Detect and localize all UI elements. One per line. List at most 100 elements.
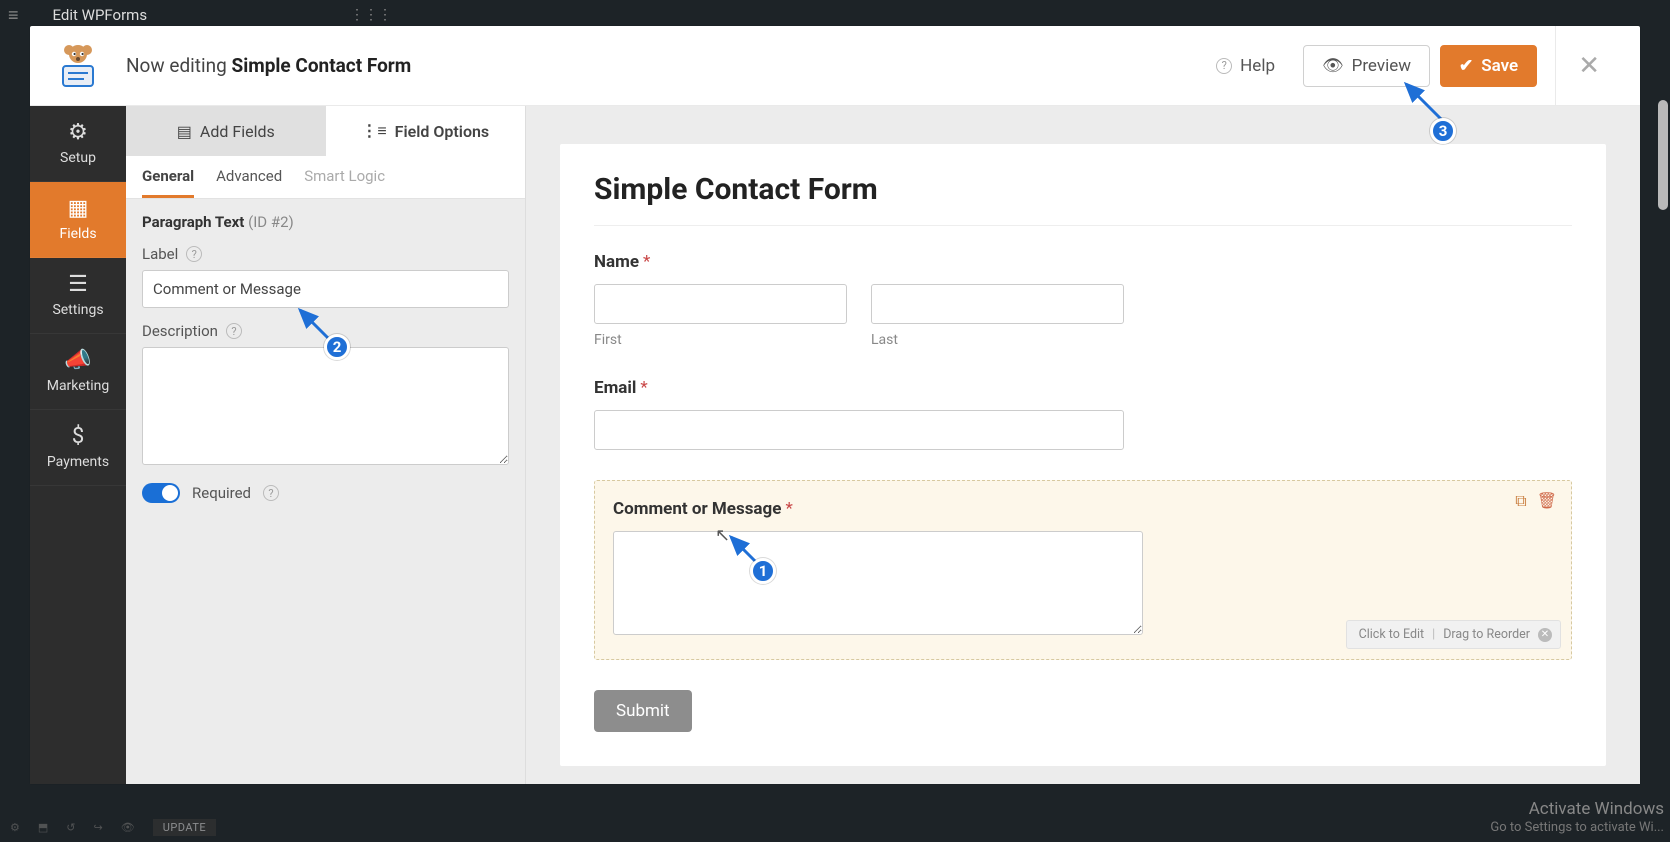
required-toggle[interactable]	[142, 483, 180, 503]
hint-reorder: Drag to Reorder	[1443, 627, 1530, 642]
rail-fields-label: Fields	[59, 226, 96, 242]
description-row: Description ?	[142, 322, 509, 469]
comment-field-selected[interactable]: ⧉ 🗑 Comment or Message* Click to Edit | …	[594, 480, 1572, 660]
dismiss-hint-icon[interactable]: ✕	[1538, 628, 1552, 642]
label-row: Label ?	[142, 245, 509, 308]
footer-icon: ↺	[66, 821, 75, 834]
tab-add-fields[interactable]: ▤ Add Fields	[126, 106, 326, 156]
preview-label: Preview	[1352, 56, 1411, 76]
save-label: Save	[1481, 56, 1518, 76]
vertical-scrollbar[interactable]	[1656, 100, 1670, 772]
sliders-icon: ⋮≡	[361, 121, 386, 141]
form-builder-modal: Now editing Simple Contact Form ? Help 👁…	[30, 26, 1640, 784]
email-label-text: Email	[594, 378, 636, 398]
label-label: Label ?	[142, 245, 509, 263]
trash-icon[interactable]: 🗑	[1537, 491, 1557, 511]
required-row: Required ?	[142, 483, 509, 503]
rail-marketing-label: Marketing	[47, 378, 110, 394]
rail-fields[interactable]: ▦ Fields	[30, 182, 126, 258]
check-icon: ✔	[1459, 56, 1473, 76]
eye-icon: 👁	[1322, 56, 1344, 76]
editing-prefix: Now editing	[126, 54, 227, 77]
divider	[594, 225, 1572, 226]
help-icon[interactable]: ?	[226, 323, 242, 339]
close-icon: ✕	[1578, 51, 1600, 81]
duplicate-icon[interactable]: ⧉	[1515, 491, 1526, 511]
sidebar-tabs: ▤ Add Fields ⋮≡ Field Options	[126, 106, 525, 156]
email-field[interactable]: Email*	[594, 378, 1572, 450]
last-sublabel: Last	[871, 332, 1124, 348]
tab-field-options-label: Field Options	[395, 122, 489, 141]
footer-icon: ⚙	[10, 821, 20, 834]
rail-settings-label: Settings	[52, 302, 103, 318]
description-label: Description ?	[142, 322, 509, 340]
bullhorn-icon: 📣	[64, 350, 91, 372]
name-label-text: Name	[594, 252, 639, 272]
subtab-smart-logic[interactable]: Smart Logic	[304, 156, 385, 198]
comment-textarea[interactable]	[613, 531, 1143, 635]
tab-field-options[interactable]: ⋮≡ Field Options	[326, 106, 526, 156]
field-hint-pill: Click to Edit | Drag to Reorder ✕	[1346, 620, 1561, 649]
name-label: Name*	[594, 252, 1572, 272]
footer-icon: ↪	[94, 821, 103, 834]
rail-setup[interactable]: ⚙ Setup	[30, 106, 126, 182]
field-heading-id: (ID #2)	[248, 213, 294, 231]
wpforms-logo	[30, 42, 126, 90]
field-sidebar: ▤ Add Fields ⋮≡ Field Options General Ad…	[126, 106, 526, 784]
comment-label: Comment or Message*	[613, 499, 1553, 519]
help-label: Help	[1240, 56, 1275, 76]
rail-payments[interactable]: $ Payments	[30, 410, 126, 486]
hint-sep: |	[1432, 627, 1435, 642]
subtab-general[interactable]: General	[142, 156, 194, 198]
save-button[interactable]: ✔ Save	[1440, 45, 1537, 87]
form-icon: ▦	[68, 198, 89, 220]
wp-footer: ⚙ ⬒ ↺ ↪ 👁 UPDATE	[0, 812, 1670, 842]
hint-edit: Click to Edit	[1359, 627, 1425, 642]
first-name-input[interactable]	[594, 284, 847, 324]
rail-payments-label: Payments	[47, 454, 109, 470]
builder-rail: ⚙ Setup ▦ Fields ☰ Settings 📣 Marketing …	[30, 106, 126, 784]
wp-update-button[interactable]: UPDATE	[153, 819, 216, 836]
rail-setup-label: Setup	[60, 150, 96, 166]
sidebar-subtabs: General Advanced Smart Logic	[126, 156, 525, 199]
help-button[interactable]: ? Help	[1198, 46, 1293, 86]
builder-header: Now editing Simple Contact Form ? Help 👁…	[30, 26, 1640, 106]
footer-icon: ⬒	[38, 821, 48, 834]
gear-icon: ⚙	[68, 122, 88, 144]
rail-marketing[interactable]: 📣 Marketing	[30, 334, 126, 410]
tab-add-fields-label: Add Fields	[200, 122, 275, 141]
field-actions: ⧉ 🗑	[1515, 491, 1557, 511]
first-sublabel: First	[594, 332, 847, 348]
last-name-input[interactable]	[871, 284, 1124, 324]
email-label: Email*	[594, 378, 1572, 398]
editing-form-name: Simple Contact Form	[232, 54, 412, 77]
field-heading: Paragraph Text (ID #2)	[142, 213, 509, 231]
help-icon[interactable]: ?	[186, 246, 202, 262]
rail-settings[interactable]: ☰ Settings	[30, 258, 126, 334]
apps-grid-icon[interactable]: ⋮⋮⋮	[350, 7, 392, 23]
comment-label-text: Comment or Message	[613, 499, 781, 519]
list-icon: ▤	[177, 122, 192, 141]
name-field[interactable]: Name* First Last	[594, 252, 1572, 348]
preview-canvas: Simple Contact Form Name* First Last	[560, 144, 1606, 766]
dollar-icon: $	[72, 426, 84, 448]
preview-canvas-wrap: Simple Contact Form Name* First Last	[526, 106, 1640, 784]
help-icon[interactable]: ?	[263, 485, 279, 501]
field-heading-name: Paragraph Text	[142, 213, 244, 231]
description-textarea[interactable]	[142, 347, 509, 465]
submit-button[interactable]: Submit	[594, 690, 692, 732]
description-label-text: Description	[142, 322, 218, 340]
form-title: Simple Contact Form	[594, 172, 1572, 207]
label-input[interactable]	[142, 270, 509, 308]
preview-button[interactable]: 👁 Preview	[1303, 45, 1430, 87]
sliders-icon: ☰	[68, 274, 88, 296]
subtab-advanced[interactable]: Advanced	[216, 156, 282, 198]
builder-title: Now editing Simple Contact Form	[126, 54, 411, 77]
email-input[interactable]	[594, 410, 1124, 450]
wp-page-title: Edit WPForms	[53, 6, 148, 24]
label-label-text: Label	[142, 245, 178, 263]
close-builder-button[interactable]: ✕	[1555, 26, 1622, 105]
footer-icon: 👁	[121, 821, 135, 834]
required-label: Required	[192, 484, 251, 502]
hamburger-icon[interactable]: ≡	[8, 5, 19, 26]
